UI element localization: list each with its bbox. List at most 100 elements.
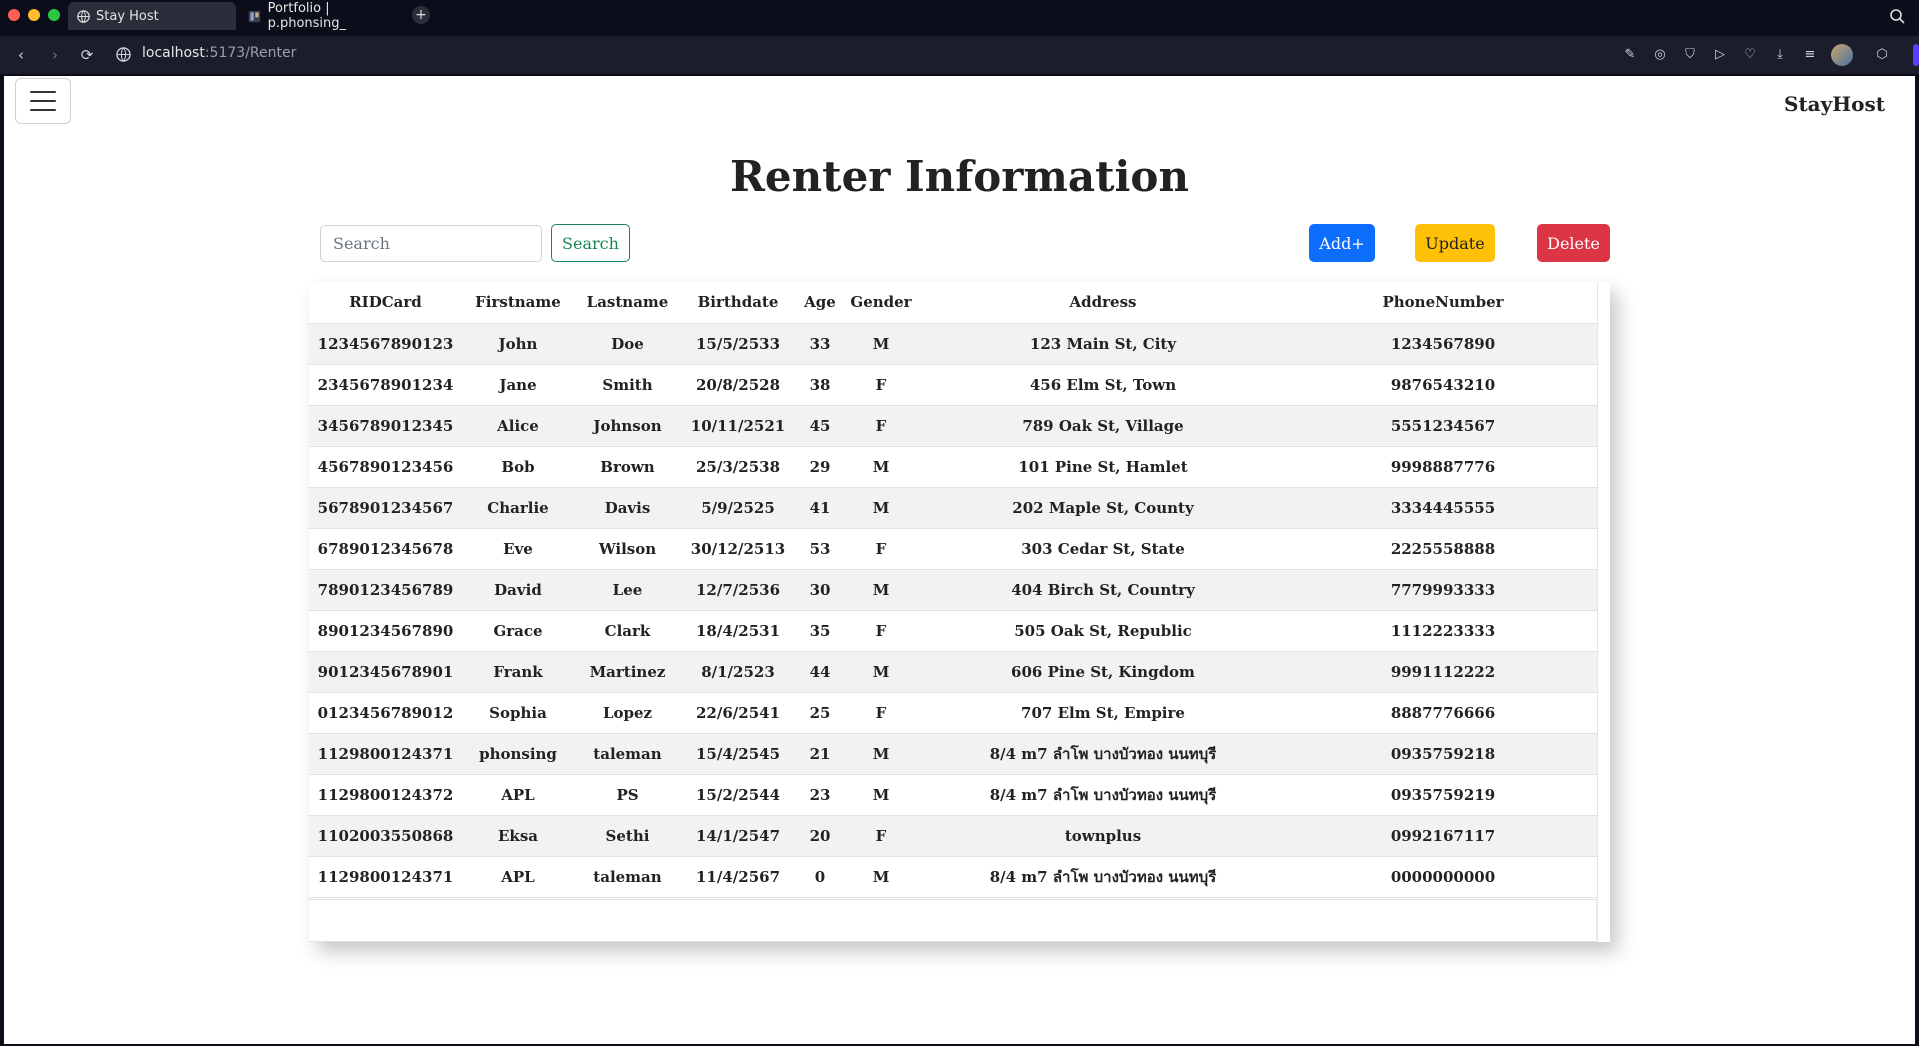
- table-cell: 22/6/2541: [681, 692, 795, 734]
- column-header[interactable]: RIDCard: [309, 282, 462, 324]
- delete-button[interactable]: Delete: [1537, 224, 1610, 262]
- extension-icon[interactable]: ⬡: [1873, 46, 1891, 64]
- search-icon[interactable]: [1889, 8, 1905, 24]
- table-cell: 5678901234567: [309, 487, 462, 529]
- table-cell: 0935759218: [1289, 733, 1597, 775]
- table-cell: M: [845, 774, 917, 816]
- table-cell: 3334445555: [1289, 487, 1597, 529]
- profile-avatar[interactable]: [1831, 44, 1853, 66]
- table-cell: 15/2/2544: [681, 774, 795, 816]
- hamburger-line: [30, 91, 56, 93]
- table-cell: Grace: [462, 610, 574, 652]
- table-cell: 9012345678901: [309, 651, 462, 693]
- add-button[interactable]: Add+: [1309, 224, 1375, 262]
- table-cell: 14/1/2547: [681, 815, 795, 857]
- sidebar-indicator: [1913, 44, 1919, 66]
- table-cell: 8/4 m7 ลำโพ บางบัวทอง นนทบุรี: [917, 856, 1289, 898]
- table-row[interactable]: 1234567890123 John Doe 15/5/2533 33 M 123 Main…: [309, 323, 1597, 365]
- hamburger-menu-button[interactable]: [15, 78, 71, 124]
- table-cell: 10/11/2521: [681, 405, 795, 447]
- search-input[interactable]: [320, 225, 542, 262]
- column-header[interactable]: Address: [917, 282, 1289, 324]
- table-row[interactable]: 1102003550868 Eksa Sethi 14/1/2547 20 Ftownpl…: [309, 815, 1597, 857]
- table-cell: F: [845, 405, 917, 447]
- portfolio-favicon-icon: [248, 9, 262, 23]
- table-cell: Charlie: [462, 487, 574, 529]
- column-header[interactable]: Gender: [845, 282, 917, 324]
- column-header[interactable]: PhoneNumber: [1289, 282, 1597, 324]
- table-cell: 25/3/2538: [681, 446, 795, 488]
- table-cell: 1129800124371: [309, 856, 462, 898]
- hamburger-line: [30, 109, 56, 111]
- tab-portfolio[interactable]: Portfolio | p.phonsing_: [240, 1, 408, 31]
- table-cell: John: [462, 323, 574, 365]
- table-row[interactable]: 8901234567890 Grace Clark 18/4/2531 35 F 505 O…: [309, 610, 1597, 652]
- table-row[interactable]: 2345678901234 Jane Smith 20/8/2528 38 F 456 El…: [309, 364, 1597, 406]
- table-row[interactable]: 1129800124372 APL PS 15/2/2544 23 M 8/4 m7 ลำโ…: [309, 774, 1597, 816]
- table-cell: 44: [795, 651, 845, 693]
- table-cell: 20/8/2528: [681, 364, 795, 406]
- table-cell: Davis: [574, 487, 681, 529]
- shield-icon[interactable]: ⛉: [1681, 46, 1699, 64]
- table-cell: 3456789012345: [309, 405, 462, 447]
- window-maximize-button[interactable]: [48, 9, 60, 21]
- new-tab-button[interactable]: +: [412, 6, 430, 24]
- table-cell: 30: [795, 569, 845, 611]
- table-row[interactable]: 4567890123456 Bob Brown 25/3/2538 29 M 101 Pin…: [309, 446, 1597, 488]
- camera-icon[interactable]: ◎: [1651, 46, 1669, 64]
- table-cell: 0992167117: [1289, 815, 1597, 857]
- table-row[interactable]: 1129800124371 APL taleman 11/4/2567 0 M 8/4 m7…: [309, 856, 1597, 898]
- table-cell: M: [845, 323, 917, 365]
- table-cell: 41: [795, 487, 845, 529]
- table-cell: 8887776666: [1289, 692, 1597, 734]
- forward-icon[interactable]: ›: [46, 46, 64, 64]
- column-header[interactable]: Lastname: [574, 282, 681, 324]
- browser-nav-bar: ‹ › ⟳ localhost:5173/Renter ✎ ◎ ⛉ ▷ ♡ ⤓ …: [0, 36, 1919, 74]
- table-cell: 1129800124372: [309, 774, 462, 816]
- table-row[interactable]: 1129800124371 phonsing taleman 15/4/2545 21 M…: [309, 733, 1597, 775]
- table-row[interactable]: 3456789012345 Alice Johnson 10/11/2521 45 F 78…: [309, 405, 1597, 447]
- address-bar[interactable]: localhost:5173/Renter: [142, 45, 296, 61]
- table-cell: townplus: [917, 815, 1289, 857]
- table-cell: Lopez: [574, 692, 681, 734]
- update-button[interactable]: Update: [1415, 224, 1495, 262]
- table-cell: phonsing: [462, 733, 574, 775]
- table-cell: 0: [795, 856, 845, 898]
- table-cell: Doe: [574, 323, 681, 365]
- table-cell: 789 Oak St, Village: [917, 405, 1289, 447]
- reload-icon[interactable]: ⟳: [78, 46, 96, 64]
- play-icon[interactable]: ▷: [1711, 46, 1729, 64]
- table-cell: 53: [795, 528, 845, 570]
- window-minimize-button[interactable]: [28, 9, 40, 21]
- window-close-button[interactable]: [8, 9, 20, 21]
- table-cell: 5/9/2525: [681, 487, 795, 529]
- table-cell: 30/12/2513: [681, 528, 795, 570]
- column-header[interactable]: Age: [795, 282, 845, 324]
- column-header[interactable]: Birthdate: [681, 282, 795, 324]
- edit-icon[interactable]: ✎: [1621, 46, 1639, 64]
- menu-icon[interactable]: ≡: [1801, 46, 1819, 64]
- table-cell: 29: [795, 446, 845, 488]
- table-row[interactable]: 7890123456789 David Lee 12/7/2536 30 M 404 Bir…: [309, 569, 1597, 611]
- table-row[interactable]: 5678901234567 Charlie Davis 5/9/2525 41 M 202 …: [309, 487, 1597, 529]
- site-info-icon[interactable]: [116, 47, 132, 63]
- table-row[interactable]: 0123456789012 Sophia Lopez 22/6/2541 25 F 707 …: [309, 692, 1597, 734]
- tab-stay-host[interactable]: Stay Host: [68, 2, 236, 30]
- table-right-border: [1597, 282, 1598, 942]
- table-cell: 123 Main St, City: [917, 323, 1289, 365]
- table-cell: 456 Elm St, Town: [917, 364, 1289, 406]
- table-row[interactable]: 6789012345678 Eve Wilson 30/12/2513 53 F 303 C…: [309, 528, 1597, 570]
- back-icon[interactable]: ‹: [12, 46, 30, 64]
- table-cell: 7779993333: [1289, 569, 1597, 611]
- table-row[interactable]: 9012345678901 Frank Martinez 8/1/2523 44 M 606…: [309, 651, 1597, 693]
- table-cell: Eksa: [462, 815, 574, 857]
- brand-logo[interactable]: StayHost: [1784, 92, 1885, 116]
- heart-icon[interactable]: ♡: [1741, 46, 1759, 64]
- table-cell: 9991112222: [1289, 651, 1597, 693]
- table-cell: 15/5/2533: [681, 323, 795, 365]
- table-cell: 1234567890123: [309, 323, 462, 365]
- download-icon[interactable]: ⤓: [1771, 46, 1789, 64]
- column-header[interactable]: Firstname: [462, 282, 574, 324]
- table-cell: 33: [795, 323, 845, 365]
- search-button[interactable]: Search: [551, 224, 630, 262]
